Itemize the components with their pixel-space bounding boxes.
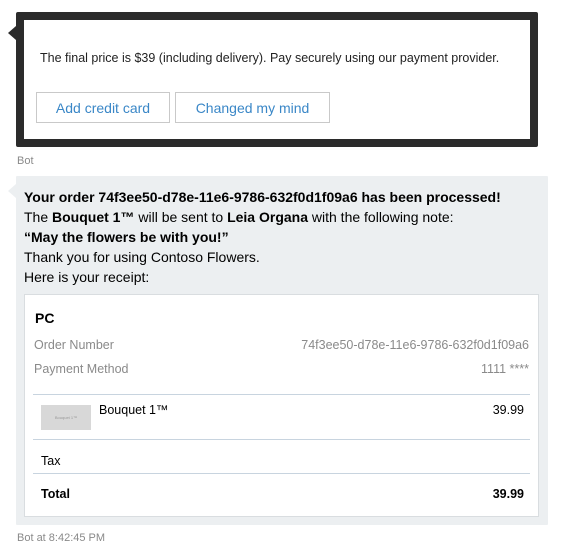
receipt-title: PC — [35, 310, 55, 326]
delivery-text-b: will be sent to — [134, 209, 228, 225]
changed-my-mind-button[interactable]: Changed my mind — [175, 92, 330, 123]
card-pointer — [8, 26, 16, 40]
price-text: The final price is $39 (including delive… — [40, 51, 500, 65]
delivery-text: The Bouquet 1™ will be sent to Leia Orga… — [24, 207, 454, 227]
divider — [33, 473, 530, 474]
divider — [33, 394, 530, 395]
message-meta: Bot — [17, 155, 34, 167]
gift-note: “May the flowers be with you!” — [24, 229, 229, 245]
receipt-card: PC Order Number 74f3ee50-d78e-11e6-9786-… — [24, 294, 539, 517]
order-number-label: Order Number — [34, 338, 114, 352]
order-number-value: 74f3ee50-d78e-11e6-9786-632f0d1f09a6 — [301, 338, 529, 352]
order-message-bubble: Your order 74f3ee50-d78e-11e6-9786-632f0… — [8, 176, 548, 525]
message-timestamp: Bot at 8:42:45 PM — [17, 532, 106, 544]
total-value: 39.99 — [492, 487, 524, 501]
image-placeholder-text: Bouquet 1™ — [54, 415, 78, 420]
recipient-name: Leia Organa — [227, 209, 308, 225]
tax-label: Tax — [41, 454, 61, 468]
bubble-pointer — [8, 184, 16, 198]
order-processed-text: Your order 74f3ee50-d78e-11e6-9786-632f0… — [24, 189, 501, 205]
payment-card: The final price is $39 (including delive… — [8, 12, 538, 147]
divider — [33, 439, 530, 440]
item-name: Bouquet 1™ — [99, 403, 169, 417]
bouquet-image: Bouquet 1™ — [41, 405, 91, 430]
receipt-intro-text: Here is your receipt: — [24, 269, 150, 285]
total-label: Total — [41, 487, 70, 501]
delivery-text-c: with the following note: — [308, 209, 454, 225]
delivery-text-a: The — [24, 209, 53, 225]
thank-you-text: Thank you for using Contoso Flowers. — [24, 249, 260, 265]
payment-method-value: 1111 **** — [481, 362, 529, 376]
add-credit-card-button[interactable]: Add credit card — [36, 92, 170, 123]
payment-method-label: Payment Method — [34, 362, 129, 376]
delivery-item-name: Bouquet 1™ — [52, 209, 135, 225]
item-price: 39.99 — [492, 403, 524, 417]
